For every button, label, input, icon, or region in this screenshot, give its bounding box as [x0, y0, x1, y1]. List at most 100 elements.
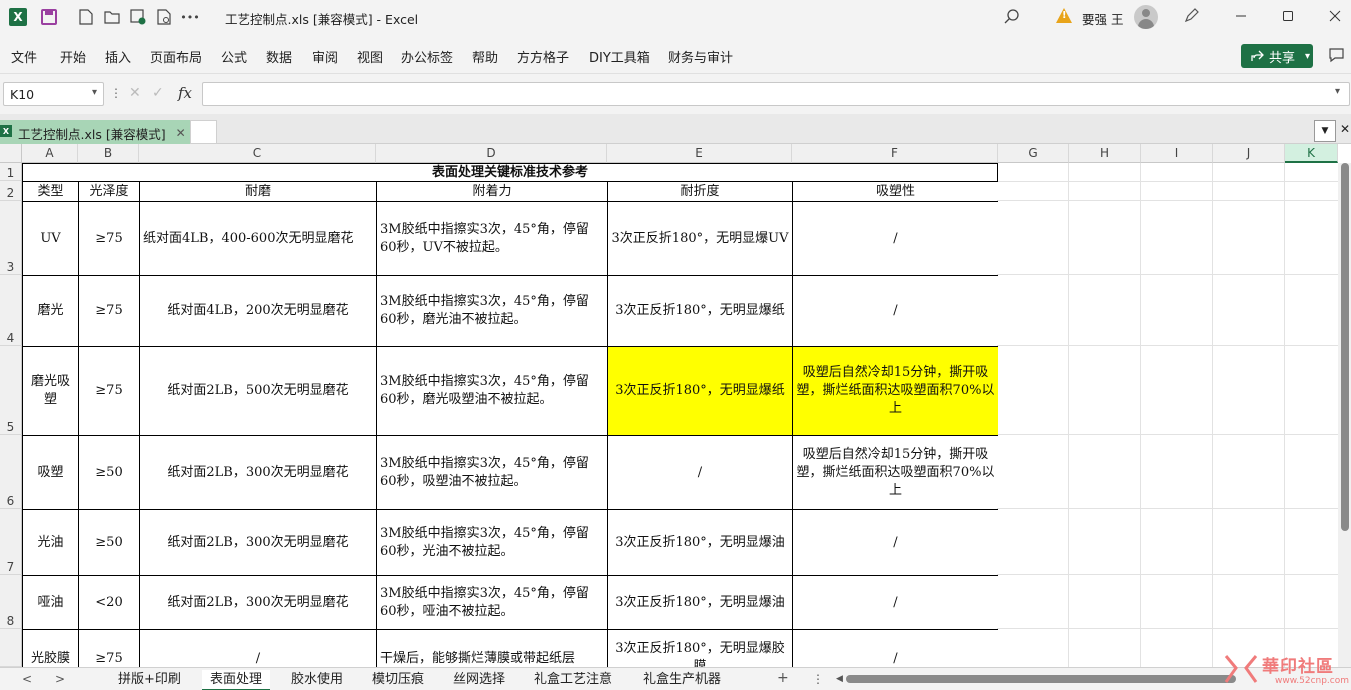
table-cell[interactable]: / [608, 436, 793, 510]
column-header-a[interactable]: A [22, 144, 78, 163]
more-vertical-icon[interactable]: ⋮ [110, 86, 122, 100]
row-header[interactable]: 7 [0, 509, 22, 575]
table-cell[interactable]: 纸对面4LB，400-600次无明显磨花 [140, 202, 377, 276]
enter-icon[interactable]: ✓ [152, 85, 164, 101]
menu-ffcell[interactable]: 方方格子 [517, 47, 569, 66]
table-cell[interactable]: 光油 [23, 510, 79, 576]
table-cell[interactable]: 纸对面4LB，200次无明显磨花 [140, 276, 377, 347]
table-cell[interactable]: 3次正反折180°，无明显爆油 [608, 576, 793, 630]
row-header[interactable]: 8 [0, 575, 22, 629]
chevron-down-icon[interactable]: ▾ [1305, 51, 1310, 62]
table-cell[interactable]: 纸对面2LB，300次无明显磨花 [140, 510, 377, 576]
table-cell[interactable]: ≥75 [79, 202, 140, 276]
table-cell[interactable]: / [793, 576, 998, 630]
column-header-c[interactable]: C [139, 144, 376, 163]
comment-icon[interactable] [1328, 47, 1346, 67]
table-cell[interactable]: 3M胶纸中指擦实3次，45°角，停留60秒，磨光油不被拉起。 [377, 276, 608, 347]
header-cell-adhesion[interactable]: 附着力 [377, 182, 608, 202]
table-cell[interactable]: 3次正反折180°，无明显爆UV [608, 202, 793, 276]
menu-insert[interactable]: 插入 [105, 47, 131, 66]
warning-icon[interactable]: ! [1056, 8, 1072, 23]
chevron-right-icon[interactable]: > [55, 672, 65, 686]
table-cell[interactable]: 纸对面2LB，500次无明显磨花 [140, 347, 377, 436]
table-cell[interactable]: / [793, 202, 998, 276]
header-cell-type[interactable]: 类型 [23, 182, 79, 202]
table-cell[interactable]: ≥75 [79, 276, 140, 347]
avatar[interactable] [1134, 5, 1158, 29]
menu-data[interactable]: 数据 [266, 47, 292, 66]
sheet-tab[interactable]: 礼盒工艺注意 [526, 670, 620, 690]
close-button[interactable] [1320, 4, 1350, 28]
column-header-b[interactable]: B [78, 144, 139, 163]
sheet-tab[interactable]: 礼盒生产机器 [635, 670, 729, 690]
sheet-tab[interactable]: 胶水使用 [283, 670, 351, 690]
row-header[interactable]: 1 [0, 163, 22, 181]
table-cell[interactable]: 3M胶纸中指擦实3次，45°角，停留60秒，哑油不被拉起。 [377, 576, 608, 630]
print-preview-icon[interactable] [155, 8, 173, 26]
table-title-cell[interactable]: 表面处理关键标准技术参考 [23, 164, 998, 182]
table-cell[interactable]: 3M胶纸中指擦实3次，45°角，停留60秒，磨光吸塑油不被拉起。 [377, 347, 608, 436]
table-cell[interactable]: 3M胶纸中指擦实3次，45°角，停留60秒，光油不被拉起。 [377, 510, 608, 576]
new-tab-button[interactable] [190, 120, 217, 144]
header-cell-gloss[interactable]: 光泽度 [79, 182, 140, 202]
table-cell[interactable]: 3M胶纸中指擦实3次，45°角，停留60秒，吸塑油不被拉起。 [377, 436, 608, 510]
sync-icon[interactable] [129, 8, 147, 26]
row-header[interactable]: 3 [0, 201, 22, 275]
table-cell[interactable]: 哑油 [23, 576, 79, 630]
menu-page-layout[interactable]: 页面布局 [150, 47, 202, 66]
header-cell-folding[interactable]: 耐折度 [608, 182, 793, 202]
menu-view[interactable]: 视图 [357, 47, 383, 66]
insert-function-icon[interactable]: fx [178, 84, 192, 102]
header-cell-blister[interactable]: 吸塑性 [793, 182, 998, 202]
table-cell[interactable]: <20 [79, 576, 140, 630]
horizontal-scrollbar-thumb[interactable] [846, 675, 1236, 683]
menu-review[interactable]: 审阅 [312, 47, 338, 66]
more-vertical-icon[interactable]: ⋮ [812, 672, 824, 686]
menu-home[interactable]: 开始 [60, 47, 86, 66]
menu-finance-audit[interactable]: 财务与审计 [668, 47, 733, 66]
table-cell[interactable]: ≥75 [79, 347, 140, 436]
table-cell[interactable]: 3次正反折180°，无明显爆胶膜 [608, 630, 793, 667]
row-header[interactable]: 6 [0, 435, 22, 509]
row-header[interactable]: 4 [0, 275, 22, 346]
table-cell[interactable]: UV [23, 202, 79, 276]
user-name[interactable]: 要强 王 [1082, 9, 1123, 28]
maximize-button[interactable] [1273, 4, 1303, 28]
scrollbar-thumb[interactable] [1341, 163, 1349, 531]
more-icon[interactable]: ••• [180, 8, 199, 26]
table-cell[interactable]: 光胶膜 [23, 630, 79, 667]
sheet-tab[interactable]: 拼版+印刷 [110, 670, 189, 690]
menu-office-tab[interactable]: 办公标签 [401, 47, 453, 66]
sheet-tab[interactable]: 模切压痕 [364, 670, 432, 690]
table-cell[interactable]: 磨光 [23, 276, 79, 347]
column-header-h[interactable]: H [1069, 144, 1141, 163]
new-file-icon[interactable] [77, 8, 95, 26]
close-icon[interactable]: ✕ [1340, 122, 1350, 136]
close-icon[interactable]: ✕ [176, 126, 186, 140]
formula-input[interactable] [202, 82, 1350, 106]
vertical-scrollbar[interactable] [1338, 163, 1351, 667]
table-cell[interactable]: 3次正反折180°，无明显爆油 [608, 510, 793, 576]
pen-icon[interactable] [1184, 7, 1200, 27]
add-sheet-icon[interactable]: + [777, 670, 789, 686]
table-cell[interactable]: ≥50 [79, 510, 140, 576]
table-cell[interactable]: / [793, 276, 998, 347]
workbook-tab[interactable]: X 工艺控制点.xls [兼容模式] ✕ [0, 120, 192, 144]
table-cell[interactable]: / [793, 630, 998, 667]
table-cell[interactable]: 吸塑后自然冷却15分钟，撕开吸塑，撕烂纸面积达吸塑面积70%以上 [793, 436, 998, 510]
column-header-i[interactable]: I [1141, 144, 1213, 163]
highlighted-cell[interactable]: 3次正反折180°，无明显爆纸 [608, 347, 793, 436]
chevron-left-icon[interactable]: < [22, 672, 32, 686]
search-icon[interactable] [1004, 9, 1020, 29]
table-cell[interactable]: 纸对面2LB，300次无明显磨花 [140, 436, 377, 510]
open-folder-icon[interactable] [103, 8, 121, 26]
column-header-k[interactable]: K [1285, 144, 1338, 163]
table-cell[interactable]: / [140, 630, 377, 667]
save-icon[interactable] [41, 9, 57, 25]
header-cell-abrasion[interactable]: 耐磨 [140, 182, 377, 202]
sheet-tab-active[interactable]: 表面处理 [202, 670, 271, 690]
tab-list-dropdown[interactable]: ▼ [1314, 120, 1336, 142]
column-header-j[interactable]: J [1213, 144, 1285, 163]
cancel-icon[interactable]: ✕ [129, 85, 141, 101]
table-cell[interactable]: ≥50 [79, 436, 140, 510]
